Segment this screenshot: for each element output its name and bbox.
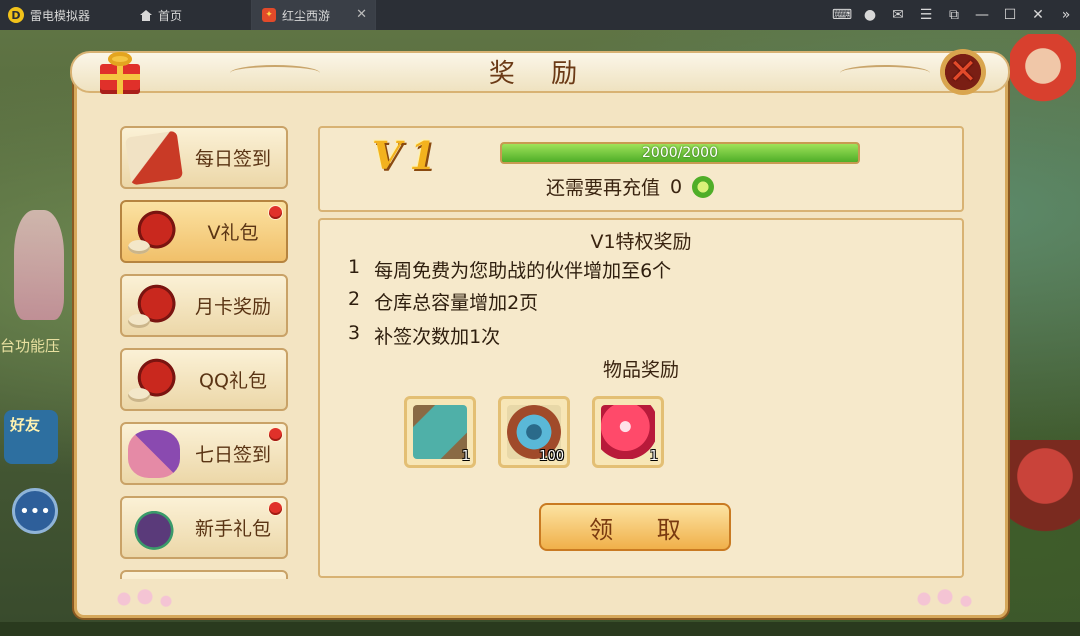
background-character	[14, 210, 64, 320]
privilege-number: 3	[348, 322, 361, 344]
sidebar-item-seven-day-signin[interactable]: 七日签到	[120, 422, 288, 485]
sidebar-item-newbie-gift[interactable]: 新手礼包	[120, 496, 288, 559]
reward-item[interactable]: 100	[498, 396, 570, 468]
app-brand: D 雷电模拟器	[8, 0, 90, 30]
gift-box-icon	[96, 50, 144, 94]
home-icon	[140, 9, 152, 21]
game-icon: ✦	[262, 8, 276, 22]
reward-quantity: 100	[539, 449, 564, 464]
close-icon: ✕	[948, 52, 978, 92]
background-character-right	[1010, 440, 1080, 560]
sidebar-item-label: 七日签到	[194, 444, 271, 466]
privilege-number: 2	[348, 288, 361, 310]
bottom-strip	[0, 622, 1080, 636]
scroll-icon	[128, 430, 180, 478]
close-icon[interactable]: ✕	[1024, 0, 1052, 30]
tab-close-icon[interactable]: ✕	[356, 7, 367, 22]
blossom-ornament-icon	[110, 588, 180, 610]
reward-item[interactable]: 1	[592, 396, 664, 468]
close-panel-button[interactable]: ✕	[940, 49, 986, 95]
sidebar-item-monthly-card[interactable]: 月卡奖励	[120, 274, 288, 337]
privilege-text: 仓库总容量增加2页	[374, 292, 539, 314]
sidebar-item-label: 月卡奖励	[194, 296, 271, 318]
tab-home-label: 首页	[158, 8, 183, 23]
privilege-line: 1 每周免费为您助战的伙伴增加至6个	[348, 256, 671, 283]
privilege-number: 1	[348, 256, 361, 278]
window-controls: ⌨ ● ✉ ☰ ⧉ — ☐ ✕ »	[828, 0, 1080, 30]
reward-item[interactable]: 1	[404, 396, 476, 468]
recharge-amount: 0	[670, 175, 683, 198]
panel-title: 奖 励	[488, 59, 592, 89]
sidebar-item-v-gift[interactable]: V礼包	[120, 200, 288, 263]
tab-home[interactable]: 首页	[130, 0, 252, 30]
orb-item-icon	[601, 405, 655, 459]
privilege-text: 补签次数加1次	[374, 326, 501, 348]
sidebar-item-qq-gift[interactable]: QQ礼包	[120, 348, 288, 411]
tab-game-label: 红尘西游	[282, 8, 331, 23]
privilege-text: 每周免费为您助战的伙伴增加至6个	[374, 260, 672, 282]
notification-dot	[269, 502, 282, 515]
vip-level: V1	[372, 133, 444, 178]
item-rewards-title: 物品奖励	[602, 359, 679, 381]
privilege-title: V1特权奖励	[590, 231, 692, 253]
sidebar-item-daily-signin[interactable]: 每日签到	[120, 126, 288, 189]
vip-progress-bar: 2000/2000	[500, 142, 860, 164]
sidebar-item-label: V礼包	[207, 222, 259, 244]
background-side-text: 台功能压	[0, 337, 61, 355]
popout-icon[interactable]: ⧉	[940, 0, 968, 30]
mail-icon[interactable]: ✉	[884, 0, 912, 30]
sidebar-item-label: QQ礼包	[199, 370, 267, 392]
gamepad-icon[interactable]: ⌨	[828, 0, 856, 30]
emulator-titlebar: D 雷电模拟器 首页 ✦ 红尘西游 ✕ ⌨ ● ✉ ☰ ⧉ — ☐ ✕ »	[0, 0, 1080, 30]
emulator-logo-icon: D	[8, 7, 24, 23]
sidebar-item-label: 新手礼包	[194, 518, 271, 540]
privilege-line: 3 补签次数加1次	[348, 322, 500, 349]
gift-basket-icon	[128, 208, 180, 256]
scroll-gift-icon	[124, 130, 184, 186]
gift-basket-icon	[128, 356, 180, 404]
maximize-icon[interactable]: ☐	[996, 0, 1024, 30]
notification-dot	[269, 428, 282, 441]
ingot-currency-icon	[692, 175, 715, 198]
privilege-line: 2 仓库总容量增加2页	[348, 288, 538, 315]
vip-progress-text: 2000/2000	[642, 145, 718, 161]
claim-button[interactable]: 领 取	[539, 503, 731, 551]
scroll-item-icon	[413, 405, 467, 459]
chat-bubble-icon: •••	[19, 500, 51, 522]
menu-icon[interactable]: ☰	[912, 0, 940, 30]
tab-game[interactable]: ✦ 红尘西游 ✕	[252, 0, 376, 30]
minimize-icon[interactable]: —	[968, 0, 996, 30]
chat-button[interactable]: •••	[12, 488, 58, 534]
collapse-icon[interactable]: »	[1052, 0, 1080, 30]
jar-icon	[128, 504, 180, 552]
recharge-remaining: 还需要再充值 0	[546, 173, 715, 200]
user-icon[interactable]: ●	[856, 0, 884, 30]
item-rewards-list: 1 100 1	[404, 396, 664, 468]
reward-quantity: 1	[649, 449, 658, 464]
gift-basket-icon	[128, 282, 180, 330]
blossom-ornament-icon	[910, 588, 980, 610]
app-name: 雷电模拟器	[30, 8, 91, 23]
friends-badge[interactable]: 好友	[4, 410, 58, 464]
sidebar-item-label: 每日签到	[194, 148, 271, 170]
sidebar-item-partial[interactable]	[120, 570, 288, 579]
reward-category-sidebar[interactable]: 每日签到 V礼包 月卡奖励 QQ礼包 七日签到 新手礼包	[120, 126, 290, 579]
reward-quantity: 1	[461, 449, 470, 464]
notification-dot	[269, 206, 282, 219]
recharge-label: 还需要再充值	[546, 177, 661, 199]
